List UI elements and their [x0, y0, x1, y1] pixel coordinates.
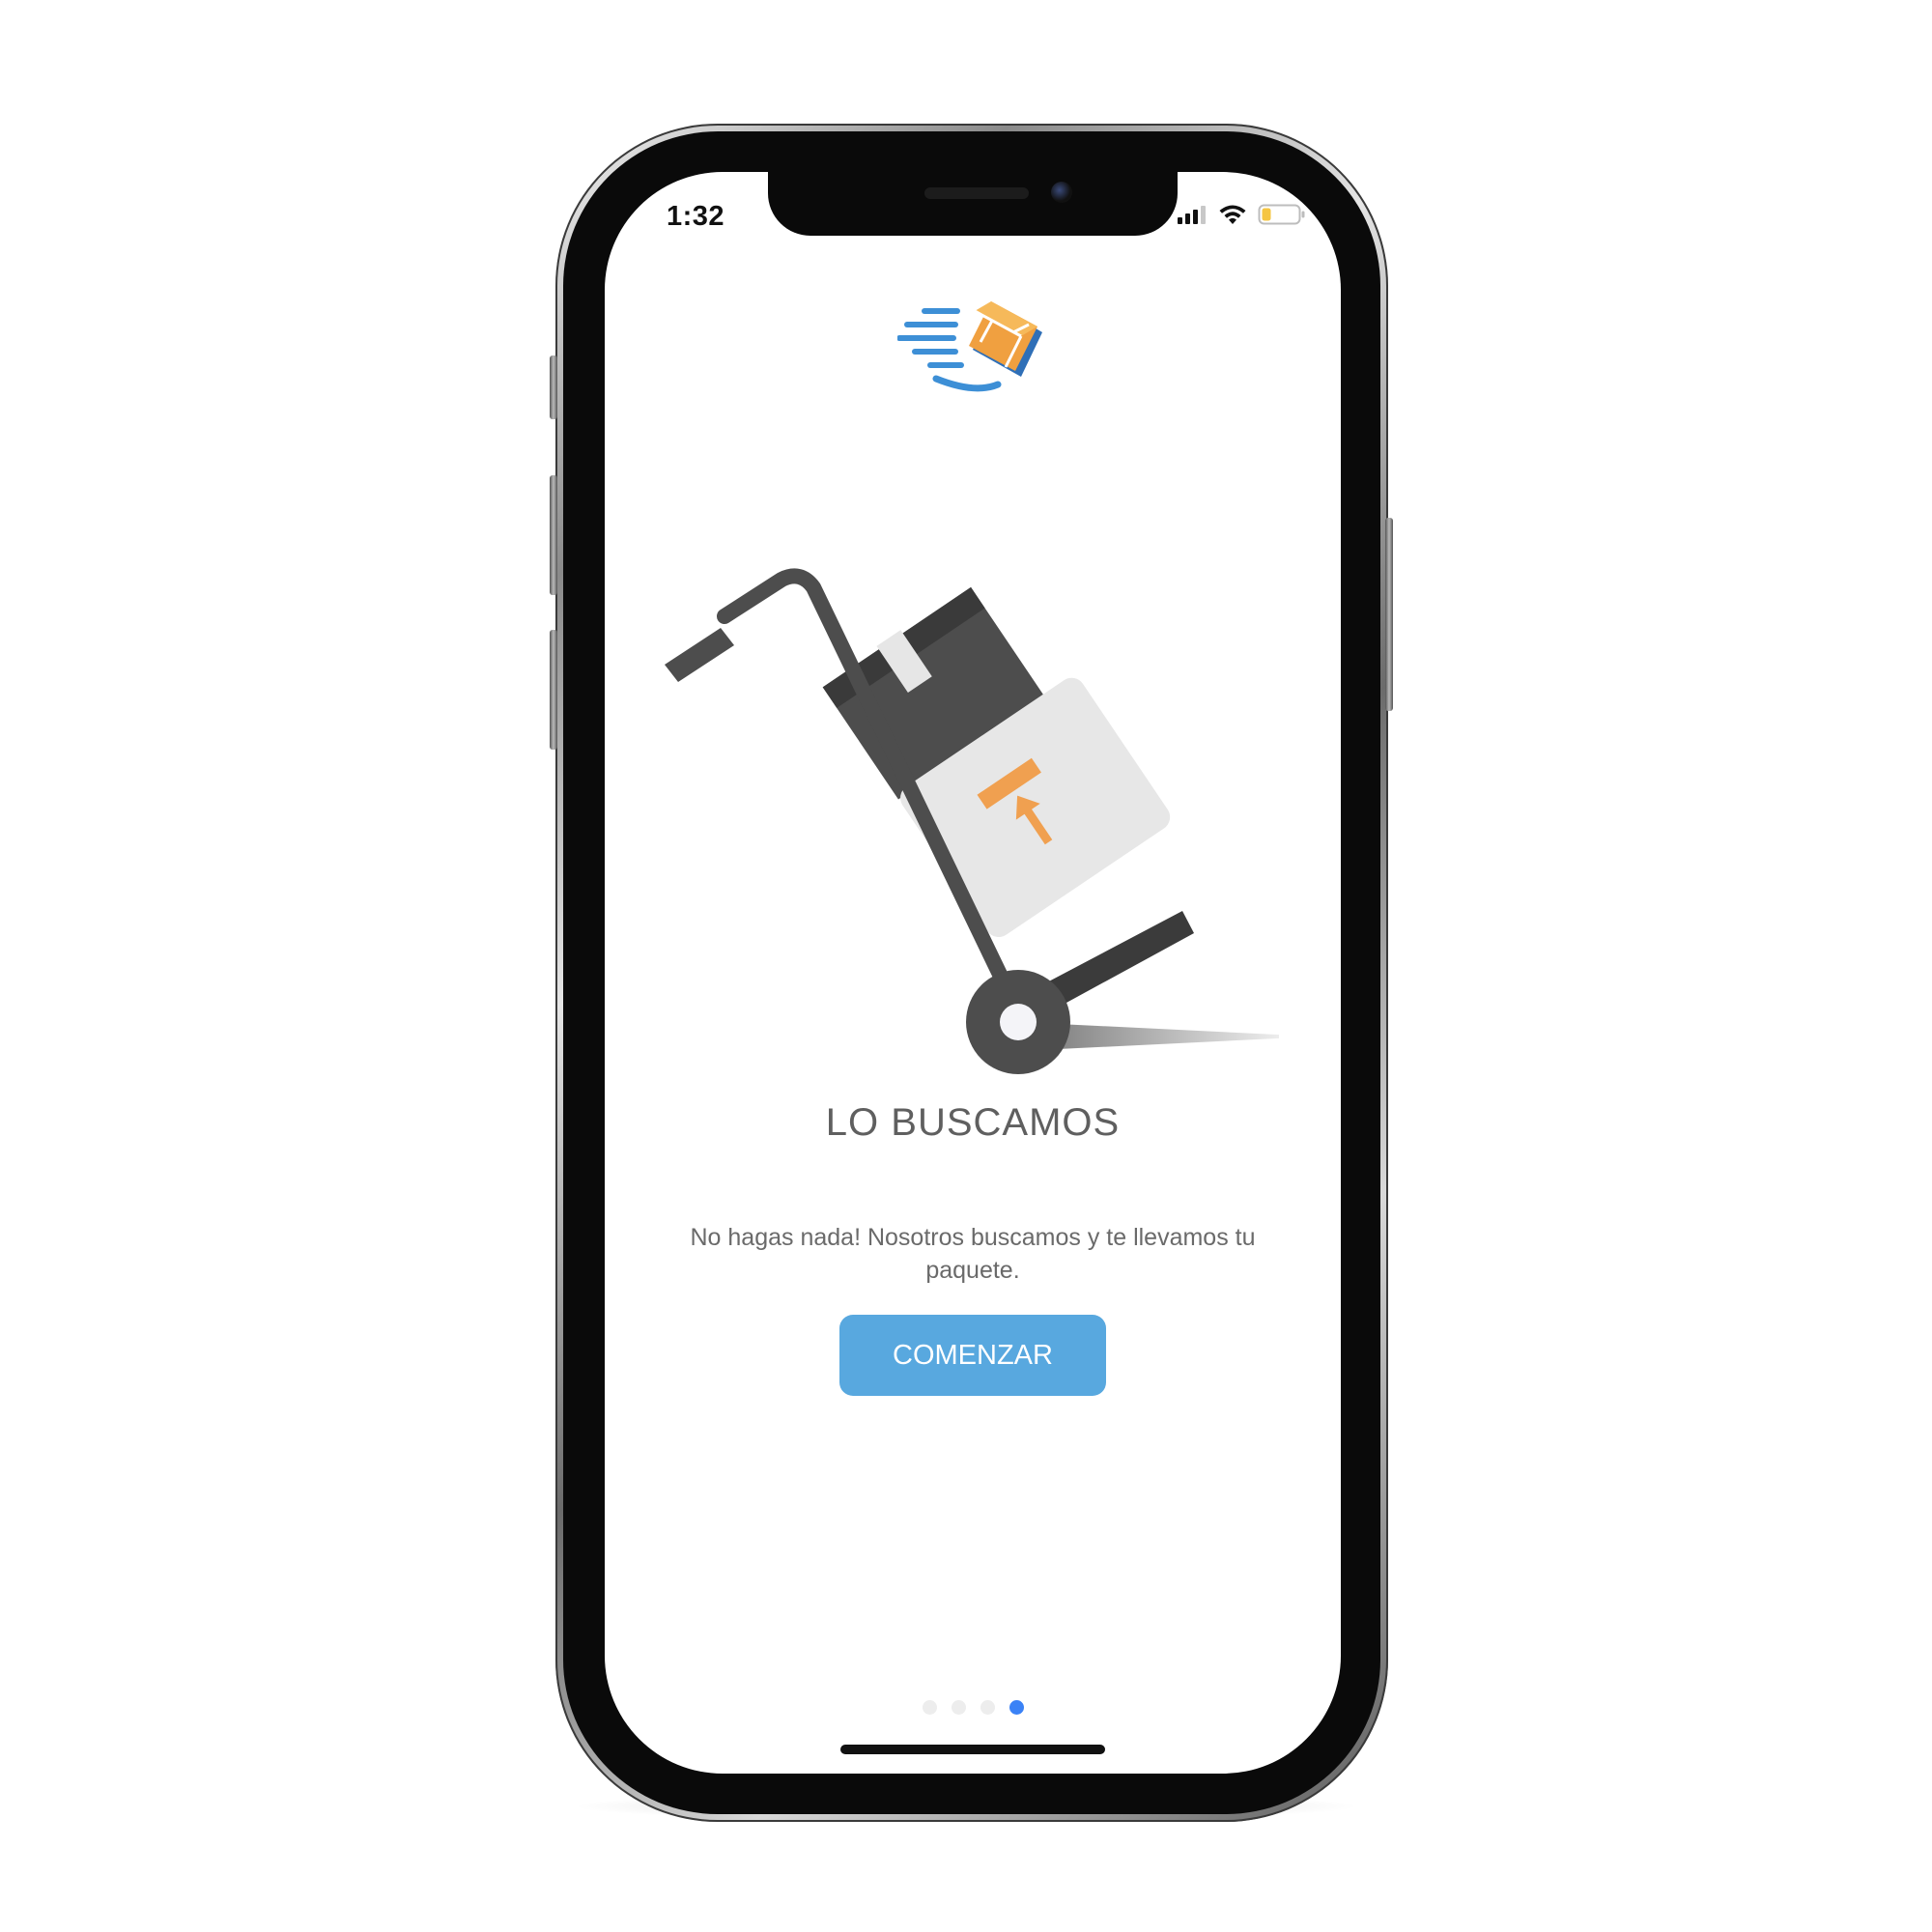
home-indicator[interactable]	[840, 1745, 1105, 1754]
flying-box-logo-icon	[897, 301, 1042, 392]
front-camera	[1051, 182, 1072, 203]
status-time: 1:32	[667, 201, 725, 232]
device-mockup: 1:32 LO BUSCAMOS No hagas nada! Nosotros…	[0, 0, 1932, 1932]
onboarding-title: LO BUSCAMOS	[825, 1101, 1121, 1144]
app-screen: 1:32 LO BUSCAMOS No hagas nada! Nosotros…	[605, 172, 1341, 1774]
page-dot[interactable]	[922, 1700, 937, 1715]
silent-switch	[550, 355, 557, 419]
page-dot-active[interactable]	[1009, 1700, 1024, 1715]
start-button[interactable]: COMENZAR	[839, 1315, 1106, 1396]
power-button	[1385, 518, 1393, 711]
volume-up-button	[550, 475, 557, 595]
cellular-signal-icon	[1178, 206, 1206, 224]
notch	[768, 172, 1178, 236]
earpiece-speaker	[924, 187, 1029, 199]
page-dot[interactable]	[951, 1700, 966, 1715]
onboarding-description: No hagas nada! Nosotros buscamos y te ll…	[690, 1224, 1256, 1284]
volume-down-button	[550, 630, 557, 750]
hand-truck-illustration-icon	[665, 568, 1279, 1074]
status-icons	[1177, 203, 1306, 226]
page-dot[interactable]	[980, 1700, 995, 1715]
battery-icon	[1258, 204, 1305, 225]
page-indicator[interactable]	[605, 1700, 1341, 1715]
wifi-icon	[1219, 205, 1246, 224]
